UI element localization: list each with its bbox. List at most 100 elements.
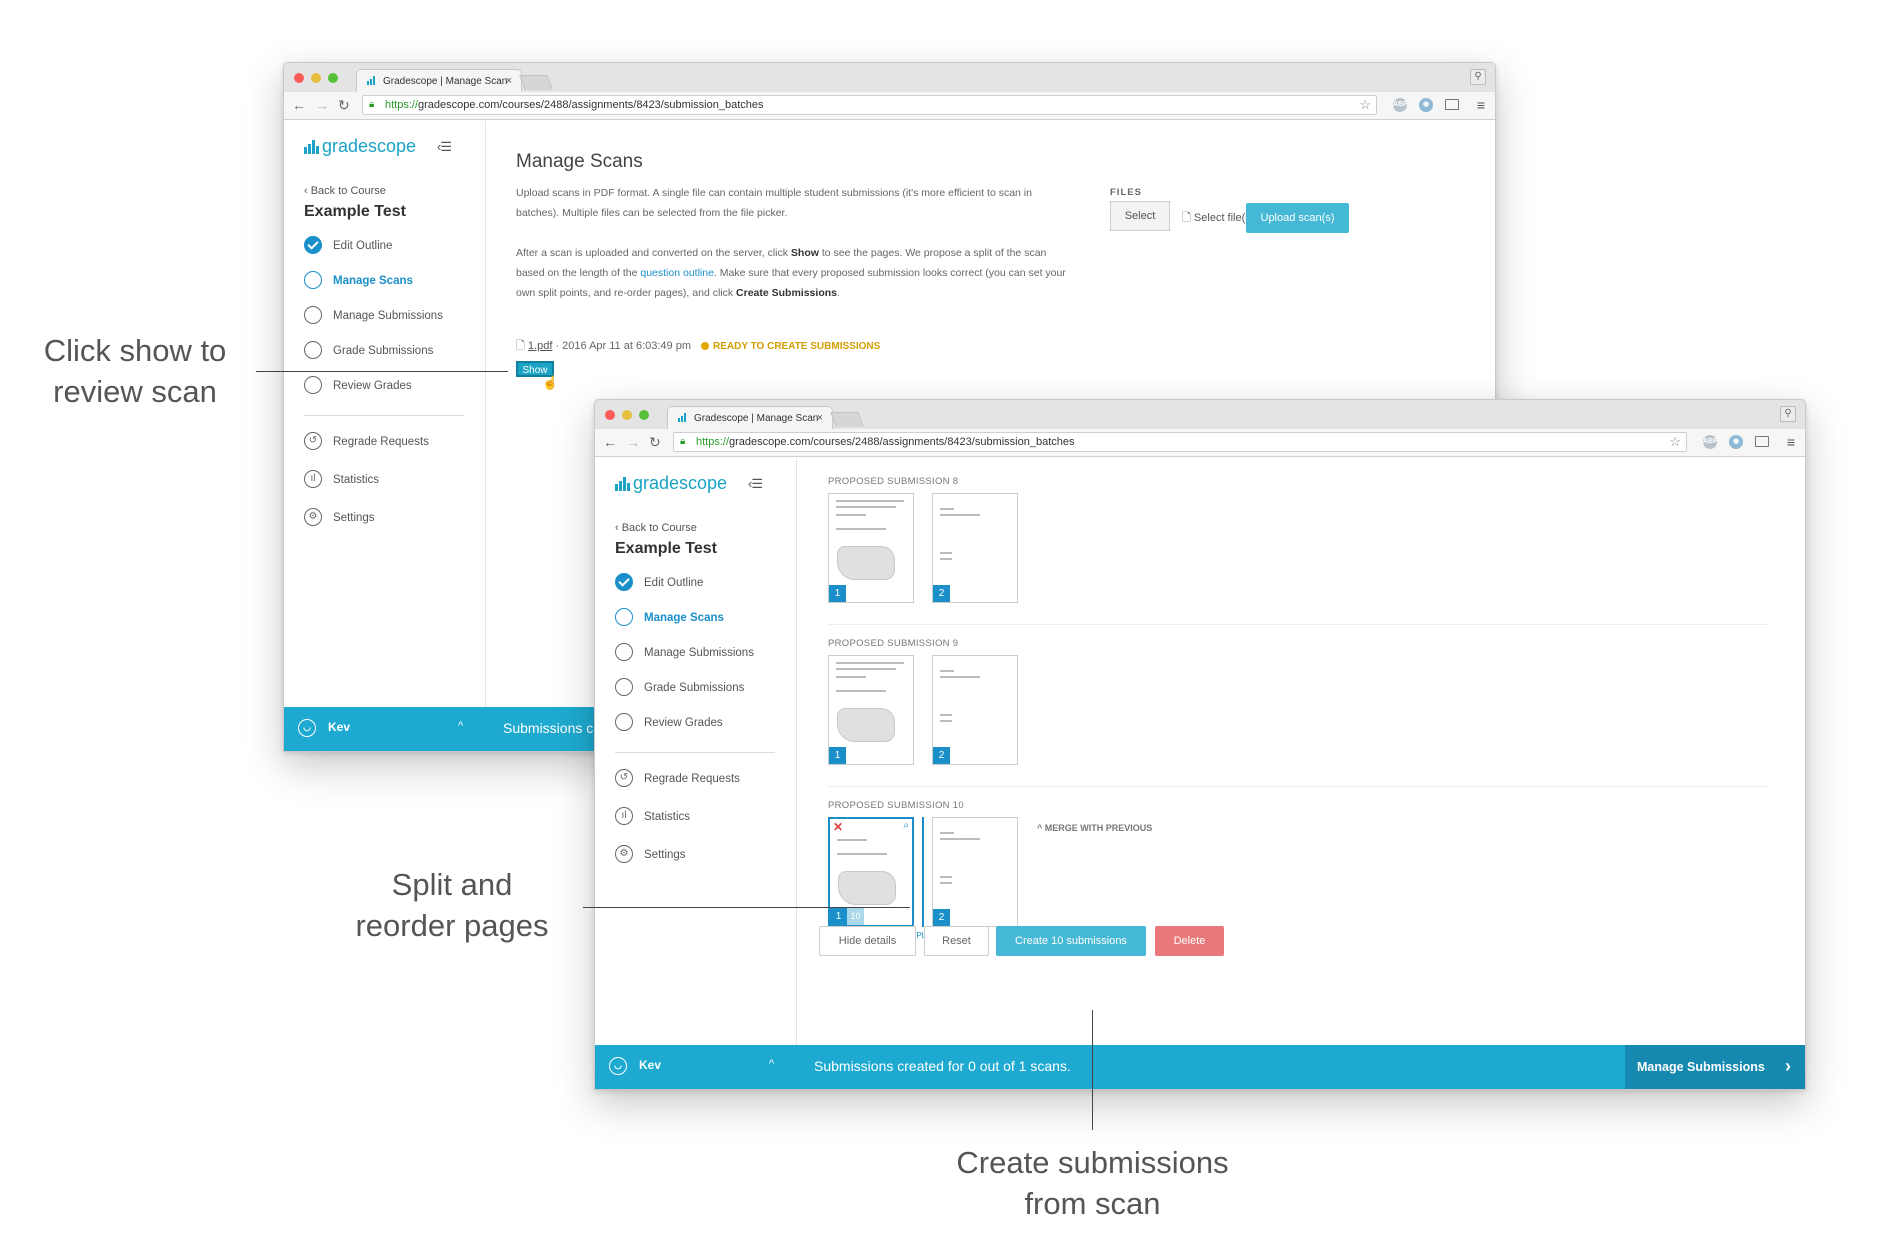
page-thumbnail[interactable]: 2 [932, 817, 1018, 927]
text-line [940, 670, 954, 672]
nav-settings[interactable]: ⚙ Settings [615, 845, 785, 883]
cast-icon[interactable] [1445, 99, 1459, 110]
page-thumbnail-selected[interactable]: ✕ ⌕ 1 10 [828, 817, 914, 927]
nav-manage-scans[interactable]: Manage Scans [304, 270, 474, 305]
question-outline-link[interactable]: question outline [640, 267, 714, 279]
cast-icon[interactable] [1755, 436, 1769, 447]
zoom-icon[interactable]: ⌕ [903, 820, 909, 831]
user-name: Kev [639, 1058, 662, 1073]
page-thumbnails: 1 2 [828, 493, 1768, 603]
forward-arrow-icon[interactable]: → [626, 434, 640, 450]
nav-grade-submissions[interactable]: Grade Submissions [304, 340, 474, 375]
new-tab-button[interactable] [830, 412, 864, 427]
map-image [837, 546, 895, 580]
text-line [836, 514, 866, 516]
tab-title: Gradescope | Manage Scan [694, 413, 819, 424]
nav-edit-outline[interactable]: Edit Outline [304, 235, 474, 270]
merge-with-previous-button[interactable]: ^ MERGE WITH PREVIOUS [1037, 823, 1152, 833]
user-menu[interactable]: ◡ Kev [609, 1057, 661, 1075]
adblock-icon[interactable]: ABP [1703, 435, 1718, 449]
user-name: Kev [328, 720, 351, 735]
submissions-status: Submissions created for 0 out of 1 scans… [814, 1058, 1071, 1074]
page-number: 2 [933, 585, 950, 602]
browser-menu-icon[interactable]: ≡ [1477, 97, 1485, 113]
submissions-status: Submissions c [503, 720, 594, 736]
file-name-link[interactable]: 1.pdf [528, 340, 552, 352]
split-marker[interactable] [922, 817, 924, 927]
page-thumbnail[interactable]: 1 [828, 655, 914, 765]
page-thumbnail[interactable]: 2 [932, 493, 1018, 603]
collapse-sidebar-icon[interactable]: ‹☰ [437, 139, 452, 155]
circle-icon [615, 643, 633, 661]
user-menu[interactable]: ◡ Kev [298, 719, 350, 737]
camera-extension-icon[interactable]: ◉ [1729, 435, 1743, 449]
statistics-icon: ıl [304, 470, 322, 488]
page-thumbnail[interactable]: 2 [932, 655, 1018, 765]
tab-title: Gradescope | Manage Scan [383, 76, 508, 87]
back-to-course-link[interactable]: ‹ Back to Course [304, 185, 386, 197]
nav-label: Manage Submissions [333, 310, 443, 322]
camera-extension-icon[interactable]: ◉ [1419, 98, 1433, 112]
forward-arrow-icon[interactable]: → [315, 97, 329, 113]
remove-page-icon[interactable]: ✕ [833, 820, 843, 834]
sidebar: gradescope ‹☰ ‹ Back to Course Example T… [595, 458, 797, 1045]
nav-statistics[interactable]: ıl Statistics [615, 807, 785, 845]
create-submissions-button[interactable]: Create 10 submissions [996, 926, 1146, 956]
nav-review-grades[interactable]: Review Grades [304, 375, 474, 410]
text-line [836, 528, 886, 530]
manage-submissions-button[interactable]: Manage Submissions › [1625, 1045, 1805, 1089]
text-line [940, 508, 954, 510]
back-arrow-icon[interactable]: ← [292, 97, 306, 113]
profile-icon[interactable]: ⚲ [1780, 406, 1796, 422]
nav-edit-outline[interactable]: Edit Outline [615, 572, 785, 607]
browser-tab[interactable]: Gradescope | Manage Scan × [356, 69, 522, 92]
zoom-window-button[interactable] [639, 410, 649, 420]
delete-button[interactable]: Delete [1155, 926, 1224, 956]
nav-label: Settings [333, 512, 375, 524]
nav-review-grades[interactable]: Review Grades [615, 712, 785, 747]
adblock-icon[interactable]: ABP [1393, 98, 1408, 112]
minimize-window-button[interactable] [622, 410, 632, 420]
browser-tab[interactable]: Gradescope | Manage Scan × [667, 406, 833, 429]
nav-manage-submissions[interactable]: Manage Submissions [615, 642, 785, 677]
reload-icon[interactable]: ↻ [649, 434, 661, 451]
zoom-window-button[interactable] [328, 73, 338, 83]
collapse-sidebar-icon[interactable]: ‹☰ [748, 476, 763, 492]
nav-regrade-requests[interactable]: ↺ Regrade Requests [304, 432, 474, 470]
address-bar[interactable]: 🔒︎ https://gradescope.com/courses/2488/a… [362, 95, 1377, 115]
reset-button[interactable]: Reset [924, 926, 989, 956]
bookmark-star-icon[interactable]: ☆ [1359, 97, 1371, 113]
minimize-window-button[interactable] [311, 73, 321, 83]
address-bar[interactable]: 🔒︎ https://gradescope.com/courses/2488/a… [673, 432, 1687, 452]
nav-settings[interactable]: ⚙ Settings [304, 508, 474, 546]
tab-close-icon[interactable]: × [817, 412, 823, 424]
close-window-button[interactable] [294, 73, 304, 83]
tab-close-icon[interactable]: × [506, 75, 512, 87]
text-create: Create Submissions [736, 287, 837, 299]
back-arrow-icon[interactable]: ← [603, 434, 617, 450]
upload-scans-button[interactable]: Upload scan(s) [1246, 203, 1349, 233]
reload-icon[interactable]: ↻ [338, 97, 350, 114]
hide-details-button[interactable]: Hide details [819, 926, 916, 956]
url-scheme: https:// [696, 436, 730, 448]
close-window-button[interactable] [605, 410, 615, 420]
nav-manage-scans[interactable]: Manage Scans [615, 607, 785, 642]
page-thumbnails: 1 2 [828, 655, 1768, 765]
gradescope-logo[interactable]: gradescope [615, 473, 727, 494]
gradescope-logo[interactable]: gradescope [304, 136, 416, 157]
profile-icon[interactable]: ⚲ [1470, 69, 1486, 85]
select-button[interactable]: Select [1110, 201, 1170, 231]
bookmark-star-icon[interactable]: ☆ [1669, 434, 1681, 450]
page-thumbnail[interactable]: 1 [828, 493, 914, 603]
new-tab-button[interactable] [519, 75, 553, 90]
nav-statistics[interactable]: ıl Statistics [304, 470, 474, 508]
back-to-course-link[interactable]: ‹ Back to Course [615, 522, 697, 534]
nav-manage-submissions[interactable]: Manage Submissions [304, 305, 474, 340]
bottom-bar: ◡ Kev ^ Submissions created for 0 out of … [595, 1045, 1805, 1089]
nav-regrade-requests[interactable]: ↺ Regrade Requests [615, 769, 785, 807]
nav-grade-submissions[interactable]: Grade Submissions [615, 677, 785, 712]
assignment-nav: Edit Outline Manage Scans Manage Submiss… [304, 235, 474, 546]
chevron-up-icon[interactable]: ^ [458, 720, 463, 732]
chevron-up-icon[interactable]: ^ [769, 1058, 774, 1070]
browser-menu-icon[interactable]: ≡ [1787, 434, 1795, 450]
